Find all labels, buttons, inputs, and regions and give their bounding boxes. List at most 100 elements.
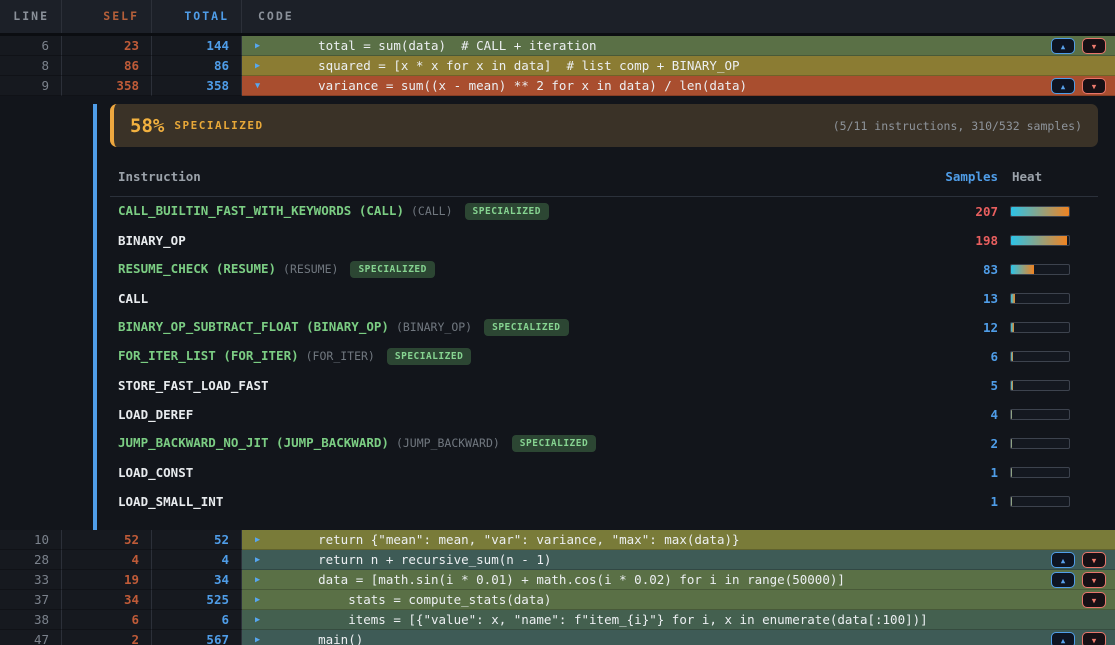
expand-collapse-icon[interactable]: ▶: [255, 530, 265, 550]
code-cell[interactable]: ▶ total = sum(data) # CALL + iteration ▲…: [242, 36, 1115, 56]
instruction-name: JUMP_BACKWARD_NO_JIT (JUMP_BACKWARD): [118, 435, 389, 450]
specialized-percent: 58%: [130, 115, 164, 137]
sample-count: 83: [908, 262, 998, 277]
expand-collapse-icon[interactable]: ▶: [255, 550, 265, 570]
sample-count: 2: [908, 436, 998, 451]
expansion-accent-line: [93, 104, 97, 530]
code-cell[interactable]: ▶ items = [{"value": x, "name": f"item_{…: [242, 610, 1115, 630]
expand-collapse-icon[interactable]: ▶: [255, 630, 265, 645]
code-row-line-8[interactable]: 8 86 86 ▶ squared = [x * x for x in data…: [0, 56, 1115, 76]
code-row-line-47[interactable]: 47 2 567 ▶ main() ▲ ▼: [0, 630, 1115, 645]
heat-bar-fill: [1011, 352, 1013, 361]
heat-bar-fill: [1011, 265, 1034, 274]
code-text: data = [math.sin(i * 0.01) + math.cos(i …: [288, 570, 845, 590]
sample-count: 4: [908, 407, 998, 422]
col-header-self: SELF: [62, 0, 152, 33]
code-row-line-33[interactable]: 33 19 34 ▶ data = [math.sin(i * 0.01) + …: [0, 570, 1115, 590]
self-samples: 34: [62, 590, 152, 610]
expand-collapse-icon[interactable]: ▶: [255, 610, 265, 630]
code-text: main(): [288, 630, 363, 645]
code-cell[interactable]: ▶ data = [math.sin(i * 0.01) + math.cos(…: [242, 570, 1115, 590]
instruction-row: BINARY_OP 198: [110, 226, 1098, 255]
expand-collapse-icon[interactable]: ▶: [255, 590, 265, 610]
sample-count: 1: [908, 465, 998, 480]
heat-bar-fill: [1011, 468, 1012, 477]
specialized-badge: SPECIALIZED: [512, 435, 596, 452]
jump-up-button[interactable]: ▲: [1051, 552, 1075, 568]
expand-collapse-icon[interactable]: ▶: [255, 56, 265, 76]
heat-bar: [1010, 409, 1070, 420]
instruction-row: CALL 13: [110, 284, 1098, 313]
specialized-badge: SPECIALIZED: [350, 261, 434, 278]
expand-collapse-icon[interactable]: ▶: [255, 36, 265, 56]
col-header-heat: Heat: [1010, 169, 1098, 184]
base-opcode: (RESUME): [283, 262, 338, 276]
expand-collapse-icon[interactable]: ▶: [255, 570, 265, 590]
base-opcode: (JUMP_BACKWARD): [396, 436, 500, 450]
specialization-meta: (5/11 instructions, 310/532 samples): [833, 119, 1082, 133]
jump-up-button[interactable]: ▲: [1051, 572, 1075, 588]
code-cell[interactable]: ▶ squared = [x * x for x in data] # list…: [242, 56, 1115, 76]
instruction-row: RESUME_CHECK (RESUME)(RESUME)SPECIALIZED…: [110, 255, 1098, 284]
instruction-row: FOR_ITER_LIST (FOR_ITER)(FOR_ITER)SPECIA…: [110, 342, 1098, 371]
profiler-app: LINE SELF TOTAL CODE 6 23 144 ▶ total = …: [0, 0, 1115, 645]
jump-down-button[interactable]: ▼: [1082, 78, 1106, 94]
total-samples: 52: [152, 530, 242, 550]
total-samples: 86: [152, 56, 242, 76]
code-row-line-10[interactable]: 10 52 52 ▶ return {"mean": mean, "var": …: [0, 530, 1115, 550]
code-row-line-6[interactable]: 6 23 144 ▶ total = sum(data) # CALL + it…: [0, 36, 1115, 56]
specialized-label: SPECIALIZED: [174, 119, 263, 132]
jump-up-button[interactable]: ▲: [1051, 78, 1075, 94]
code-row-line-9[interactable]: 9 358 358 ▼ variance = sum((x - mean) **…: [0, 76, 1115, 96]
nav-buttons: ▲ ▼: [1051, 552, 1106, 568]
code-row-line-28[interactable]: 28 4 4 ▶ return n + recursive_sum(n - 1)…: [0, 550, 1115, 570]
specialized-badge: SPECIALIZED: [484, 319, 568, 336]
code-cell[interactable]: ▶ return {"mean": mean, "var": variance,…: [242, 530, 1115, 550]
self-samples: 19: [62, 570, 152, 590]
jump-up-button[interactable]: ▲: [1051, 38, 1075, 54]
instruction-name: LOAD_DEREF: [118, 407, 193, 422]
total-samples: 6: [152, 610, 242, 630]
jump-down-button[interactable]: ▼: [1082, 572, 1106, 588]
sample-count: 1: [908, 494, 998, 509]
col-header-samples: Samples: [908, 169, 998, 184]
code-cell[interactable]: ▼ variance = sum((x - mean) ** 2 for x i…: [242, 76, 1115, 96]
code-text: stats = compute_stats(data): [288, 590, 551, 610]
expand-collapse-icon[interactable]: ▼: [255, 76, 265, 96]
code-cell[interactable]: ▶ main() ▲ ▼: [242, 630, 1115, 645]
heat-bar: [1010, 264, 1070, 275]
table-header: LINE SELF TOTAL CODE: [0, 0, 1115, 36]
line-number: 38: [0, 610, 62, 630]
jump-down-button[interactable]: ▼: [1082, 38, 1106, 54]
code-cell[interactable]: ▶ stats = compute_stats(data) ▼: [242, 590, 1115, 610]
jump-up-button[interactable]: ▲: [1051, 632, 1075, 645]
instruction-row: LOAD_DEREF 4: [110, 400, 1098, 429]
code-row-line-38[interactable]: 38 6 6 ▶ items = [{"value": x, "name": f…: [0, 610, 1115, 630]
total-samples: 34: [152, 570, 242, 590]
heat-bar-fill: [1011, 410, 1012, 419]
nav-buttons: ▼: [1082, 592, 1106, 608]
col-header-code: CODE: [242, 0, 1115, 33]
instruction-row: BINARY_OP_SUBTRACT_FLOAT (BINARY_OP)(BIN…: [110, 313, 1098, 342]
sample-count: 12: [908, 320, 998, 335]
jump-down-button[interactable]: ▼: [1082, 552, 1106, 568]
instruction-row: CALL_BUILTIN_FAST_WITH_KEYWORDS (CALL) (C…: [110, 197, 1098, 226]
code-cell[interactable]: ▶ return n + recursive_sum(n - 1) ▲ ▼: [242, 550, 1115, 570]
jump-down-button[interactable]: ▼: [1082, 632, 1106, 645]
sample-count: 6: [908, 349, 998, 364]
line-number: 10: [0, 530, 62, 550]
instruction-name: BINARY_OP: [118, 233, 186, 248]
nav-buttons: ▲ ▼: [1051, 632, 1106, 645]
heat-bar: [1010, 322, 1070, 333]
self-samples: 52: [62, 530, 152, 550]
total-samples: 525: [152, 590, 242, 610]
col-header-instruction: Instruction: [110, 169, 908, 184]
jump-down-button[interactable]: ▼: [1082, 592, 1106, 608]
code-row-line-37[interactable]: 37 34 525 ▶ stats = compute_stats(data) …: [0, 590, 1115, 610]
base-opcode: (CALL): [411, 204, 453, 218]
instruction-name: CALL_BUILTIN_FAST_WITH_KEYWORDS (CALL): [118, 203, 404, 218]
instruction-name: FOR_ITER_LIST (FOR_ITER): [118, 348, 299, 363]
instruction-row: JUMP_BACKWARD_NO_JIT (JUMP_BACKWARD) (JUM…: [110, 429, 1098, 458]
total-samples: 4: [152, 550, 242, 570]
self-samples: 4: [62, 550, 152, 570]
